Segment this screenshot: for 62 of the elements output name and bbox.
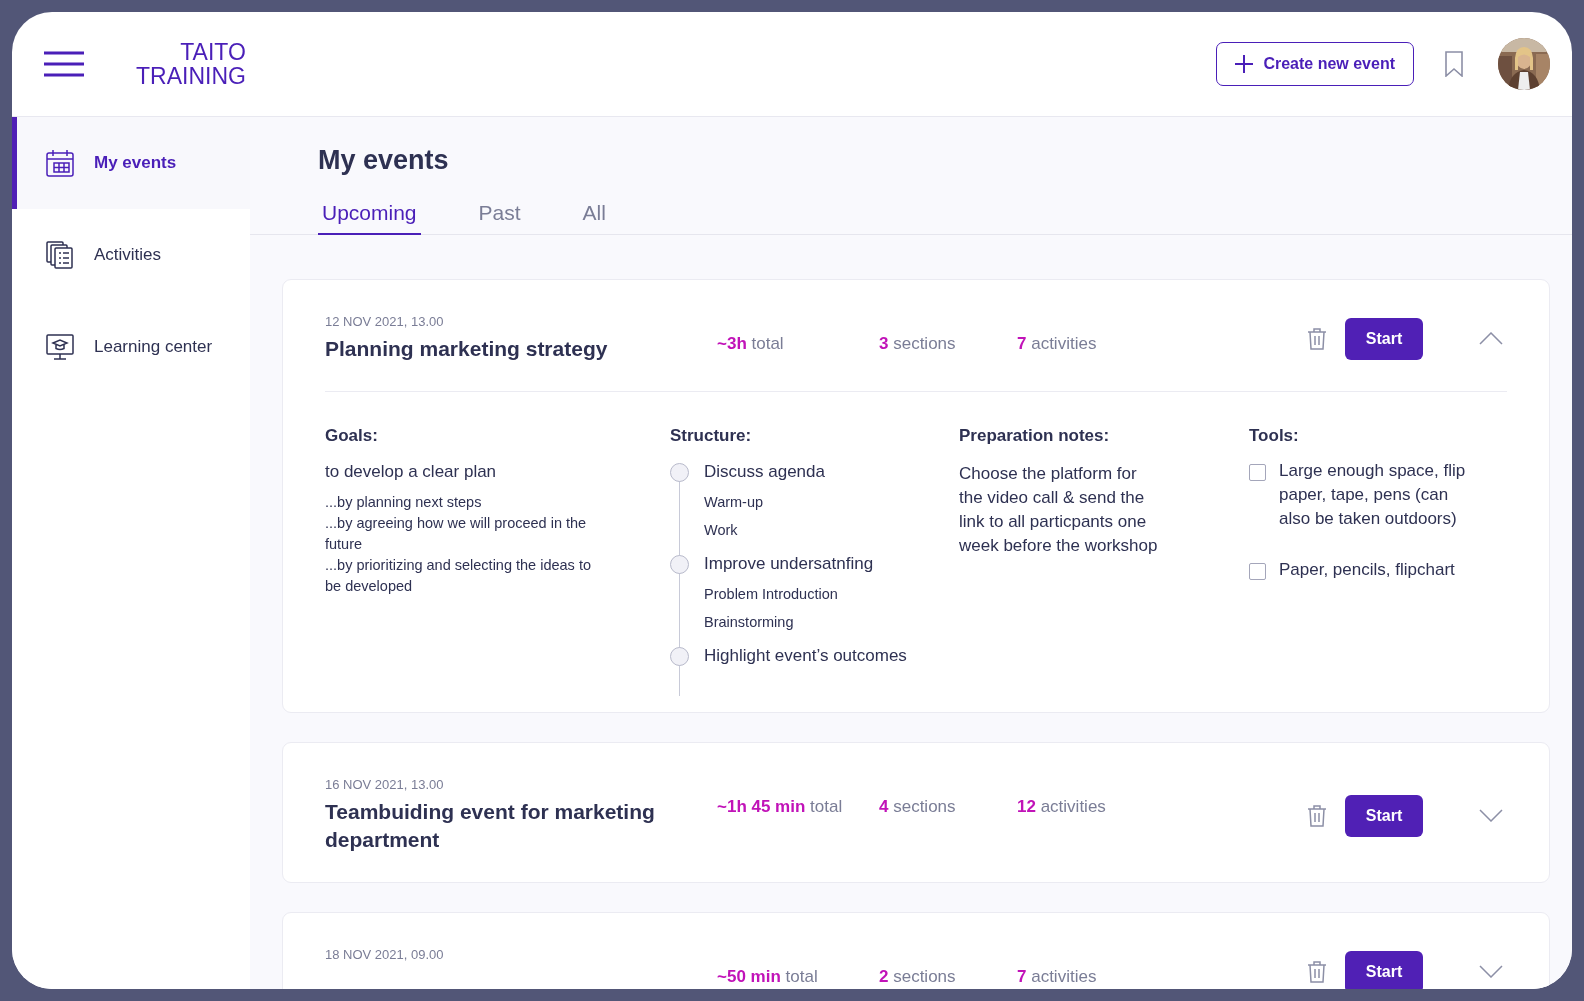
activities-stat: 12 activities (1017, 797, 1107, 817)
delete-icon[interactable] (1307, 960, 1327, 983)
collapse-chevron-icon[interactable] (1479, 332, 1503, 345)
plus-icon (1235, 55, 1254, 73)
goal-point: ...by planning next steps (325, 493, 483, 512)
goal-point: ...by agreeing how we will proceed in the future (325, 514, 588, 554)
timeline-node (670, 554, 689, 574)
monitor-graduation-icon (45, 332, 75, 362)
documents-icon (45, 240, 75, 270)
tool-label: Large enough space, flip paper, tape, pens (can also be taken outdoors) (1279, 460, 1467, 530)
section-heading: Tools: (1249, 426, 1300, 446)
section-heading: Preparation notes: (959, 426, 1111, 446)
structure-activity: Brainstorming (704, 614, 795, 630)
menu-icon[interactable] (44, 51, 84, 77)
goal-lead: to develop a clear plan (325, 462, 498, 482)
sections-stat: 2 sections (879, 967, 957, 987)
structure-section: Highlight event’s outcomes (704, 646, 907, 666)
tool-label: Paper, pencils, flipchart (1279, 559, 1456, 581)
logo-text: TRAINING (136, 64, 246, 88)
logo-text: TAITO (180, 40, 246, 64)
sidebar-item[interactable]: Learning center (12, 301, 250, 393)
activities-stat: 7 activities (1017, 967, 1098, 987)
page-title: My events (318, 144, 450, 177)
tab[interactable]: Upcoming (318, 201, 421, 235)
sidebar-item[interactable]: My events (12, 117, 250, 209)
start-button[interactable]: Start (1345, 794, 1423, 837)
create-event-button[interactable]: Create new event (1216, 42, 1414, 86)
section-heading: Structure: (670, 426, 753, 446)
duration-stat: ~50 min total (717, 967, 819, 987)
tab[interactable]: Past (474, 201, 525, 235)
preparation-notes: Choose the platform for the video call & send the link to all particpants one week before the workshop (959, 463, 1159, 557)
sidebar-item[interactable]: Activities (12, 209, 250, 301)
structure-activity: Warm-up (704, 494, 765, 510)
sections-stat: 3 sections (879, 334, 957, 354)
tab[interactable]: All (578, 201, 610, 235)
delete-icon[interactable] (1307, 327, 1327, 350)
activities-stat: 7 activities (1017, 334, 1098, 354)
checkbox[interactable] (1249, 464, 1266, 481)
structure-activity: Problem Introduction (704, 586, 839, 602)
timeline-node (670, 646, 689, 666)
start-button[interactable]: Start (1345, 317, 1423, 360)
delete-icon[interactable] (1307, 804, 1327, 827)
checkbox[interactable] (1249, 563, 1266, 580)
start-button[interactable]: Start (1345, 950, 1423, 989)
event-date: 16 NOV 2021, 13.00 (325, 777, 445, 792)
calendar-icon (45, 148, 75, 178)
section-heading: Goals: (325, 426, 379, 446)
bookmark-icon[interactable] (1444, 51, 1464, 77)
event-title: Planning marketing strategy (325, 336, 609, 362)
structure-section: Improve undersatnfing (704, 554, 874, 574)
sections-stat: 4 sections (879, 797, 957, 817)
expand-chevron-icon[interactable] (1479, 965, 1503, 978)
event-date: 12 NOV 2021, 13.00 (325, 314, 445, 329)
duration-stat: ~1h 45 min total (717, 797, 844, 817)
duration-stat: ~3h total (717, 334, 785, 354)
structure-section: Discuss agenda (704, 462, 825, 482)
event-title: Teambuiding event for marketing department (325, 799, 656, 853)
expand-chevron-icon[interactable] (1479, 809, 1503, 822)
structure-activity: Work (704, 522, 739, 538)
event-date: 18 NOV 2021, 09.00 (325, 947, 445, 962)
timeline-node (670, 462, 689, 482)
goal-point: ...by prioritizing and selecting the ideas to be developed (325, 556, 592, 596)
